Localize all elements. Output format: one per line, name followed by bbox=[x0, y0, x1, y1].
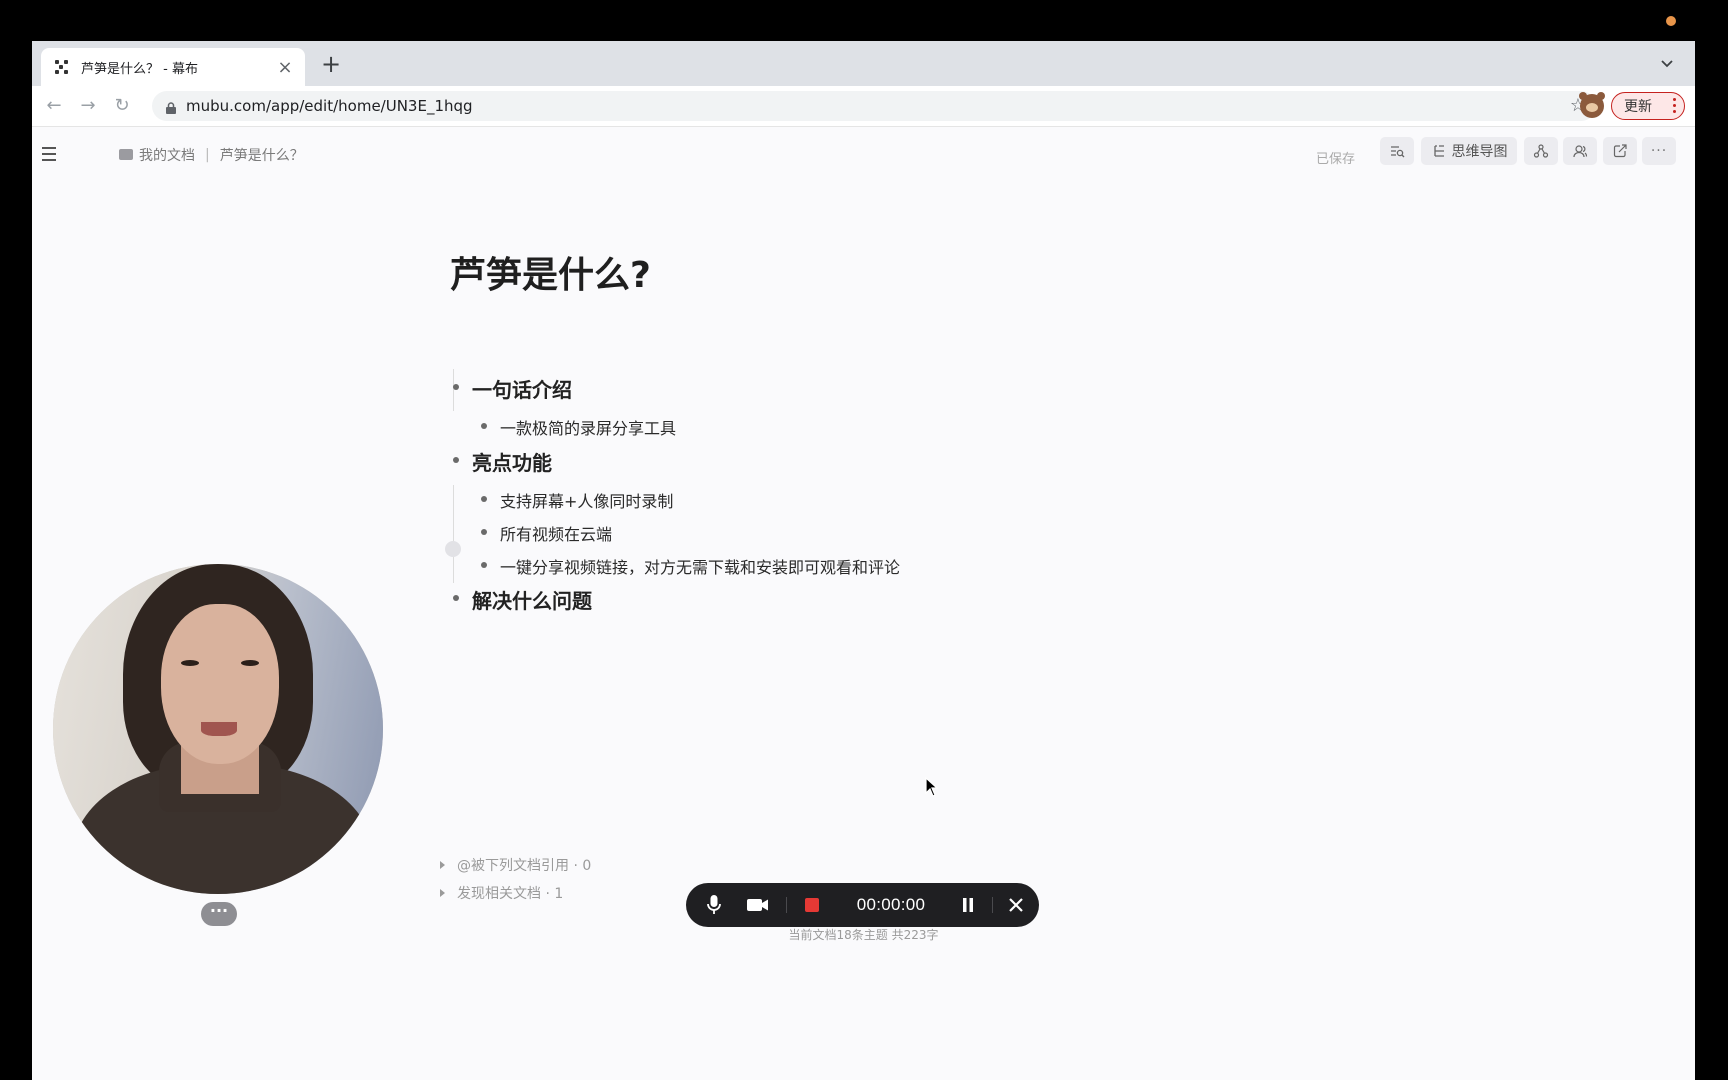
outline-node-level2[interactable]: 一键分享视频链接，对方无需下载和安装即可观看和评论 bbox=[481, 554, 901, 578]
bullet-icon[interactable] bbox=[453, 384, 459, 390]
tab-close-icon[interactable]: × bbox=[275, 57, 295, 78]
lock-icon bbox=[166, 100, 176, 114]
document-title[interactable]: 芦笋是什么? bbox=[450, 246, 651, 298]
related-label: 发现相关文档 · 1 bbox=[457, 886, 564, 902]
browser-toolbar: ← → ↻ mubu.com/app/edit/home/UN3E_1hqg ☆… bbox=[32, 86, 1695, 127]
outline-guide-line bbox=[453, 485, 454, 583]
collapsed-node-indicator[interactable] bbox=[445, 541, 461, 557]
mouse-cursor-icon bbox=[925, 777, 939, 797]
mindmap-icon bbox=[1433, 145, 1444, 157]
mubu-favicon-icon bbox=[55, 60, 69, 74]
reload-icon[interactable]: ↻ bbox=[110, 94, 134, 118]
pause-icon bbox=[963, 898, 973, 912]
webcam-bubble[interactable] bbox=[53, 564, 383, 894]
share-nodes-icon bbox=[1533, 144, 1549, 158]
backlinks-toggle[interactable]: @被下列文档引用 · 0 bbox=[440, 855, 591, 875]
recording-timer: 00:00:00 bbox=[856, 895, 926, 914]
collaborate-button[interactable] bbox=[1524, 137, 1558, 165]
breadcrumb-root[interactable]: 我的文档 bbox=[139, 145, 195, 165]
save-status: 已保存 bbox=[1316, 152, 1356, 167]
share-button[interactable] bbox=[1603, 137, 1637, 165]
bullet-icon[interactable] bbox=[481, 423, 487, 429]
mindmap-label: 思维导图 bbox=[1451, 144, 1508, 160]
outline-search-icon bbox=[1391, 146, 1405, 158]
node-text: 一款极简的录屏分享工具 bbox=[500, 419, 677, 438]
close-icon bbox=[1009, 898, 1023, 912]
update-button[interactable]: 更新 bbox=[1611, 92, 1685, 120]
folder-icon bbox=[119, 148, 133, 160]
recording-indicator-dot bbox=[1666, 16, 1676, 26]
members-button[interactable] bbox=[1563, 137, 1597, 165]
pause-button[interactable] bbox=[954, 883, 982, 927]
app-header: 我的文档 | 芦笋是什么？ 已保存 思维导图 ··· bbox=[32, 127, 1695, 181]
outline-node-level1[interactable]: 解决什么问题 bbox=[453, 585, 592, 614]
tab-search-chevron-icon[interactable] bbox=[1657, 53, 1677, 73]
outline-node-level2[interactable]: 支持屏幕+人像同时录制 bbox=[481, 488, 674, 512]
bullet-icon[interactable] bbox=[453, 457, 459, 463]
breadcrumb-separator: | bbox=[205, 147, 210, 163]
tab-strip: 芦笋是什么？ - 幕布 × + bbox=[32, 41, 1695, 86]
stop-square-icon bbox=[805, 898, 819, 912]
extension-bear-icon[interactable] bbox=[1579, 92, 1605, 118]
back-arrow-icon[interactable]: ← bbox=[42, 94, 66, 118]
hamburger-menu-icon[interactable] bbox=[42, 147, 56, 165]
expand-triangle-icon bbox=[440, 889, 445, 897]
search-outline-button[interactable] bbox=[1380, 137, 1414, 165]
breadcrumb-current[interactable]: 芦笋是什么？ bbox=[220, 145, 304, 165]
related-docs-toggle[interactable]: 发现相关文档 · 1 bbox=[440, 883, 563, 903]
backlinks-label: @被下列文档引用 · 0 bbox=[457, 858, 592, 874]
document-stats: 当前文档18条主题 共223字 bbox=[788, 928, 939, 942]
bar-divider bbox=[786, 897, 787, 913]
node-text: 支持屏幕+人像同时录制 bbox=[500, 492, 674, 511]
outline-node-level2[interactable]: 所有视频在云端 bbox=[481, 521, 613, 545]
mindmap-button[interactable]: 思维导图 bbox=[1421, 137, 1517, 165]
update-label: 更新 bbox=[1624, 99, 1652, 115]
node-text: 解决什么问题 bbox=[472, 589, 592, 613]
browser-window: 芦笋是什么？ - 幕布 × + ← → ↻ mubu.com/app/edit/… bbox=[32, 41, 1695, 1080]
outline-node-level2[interactable]: 一款极简的录屏分享工具 bbox=[481, 415, 677, 439]
bullet-icon[interactable] bbox=[481, 529, 487, 535]
browser-tab[interactable]: 芦笋是什么？ - 幕布 × bbox=[41, 48, 305, 86]
webcam-more-button[interactable]: ··· bbox=[201, 902, 237, 926]
bullet-icon[interactable] bbox=[481, 496, 487, 502]
bullet-icon[interactable] bbox=[481, 562, 487, 568]
outline-guide-line bbox=[453, 369, 454, 411]
outline-node-level1[interactable]: 一句话介绍 bbox=[453, 374, 572, 403]
address-bar[interactable]: mubu.com/app/edit/home/UN3E_1hqg ☆ bbox=[152, 91, 1596, 121]
new-tab-button[interactable]: + bbox=[316, 50, 346, 78]
more-horizontal-icon: ··· bbox=[1650, 143, 1668, 159]
node-text: 一句话介绍 bbox=[472, 378, 572, 402]
breadcrumb: 我的文档 | 芦笋是什么？ bbox=[119, 145, 304, 165]
users-icon bbox=[1573, 145, 1588, 158]
node-text: 所有视频在云端 bbox=[500, 525, 613, 544]
recording-control-bar: 00:00:00 bbox=[686, 883, 1039, 927]
expand-triangle-icon bbox=[440, 861, 445, 869]
share-arrow-icon bbox=[1613, 144, 1627, 158]
more-options-button[interactable]: ··· bbox=[1642, 137, 1676, 165]
node-text: 一键分享视频链接，对方无需下载和安装即可观看和评论 bbox=[500, 558, 901, 577]
node-text: 亮点功能 bbox=[472, 451, 552, 475]
close-recorder-button[interactable] bbox=[1002, 883, 1030, 927]
outline-node-level1[interactable]: 亮点功能 bbox=[453, 447, 552, 476]
stop-recording-button[interactable] bbox=[798, 883, 826, 927]
url-text: mubu.com/app/edit/home/UN3E_1hqg bbox=[186, 97, 473, 115]
forward-arrow-icon[interactable]: → bbox=[76, 94, 100, 118]
more-vertical-icon[interactable] bbox=[1673, 98, 1676, 116]
camera-icon[interactable] bbox=[744, 883, 772, 927]
bullet-icon[interactable] bbox=[453, 595, 459, 601]
bar-divider bbox=[992, 897, 993, 913]
tab-title: 芦笋是什么？ - 幕布 bbox=[81, 61, 198, 77]
microphone-icon[interactable] bbox=[700, 883, 728, 927]
